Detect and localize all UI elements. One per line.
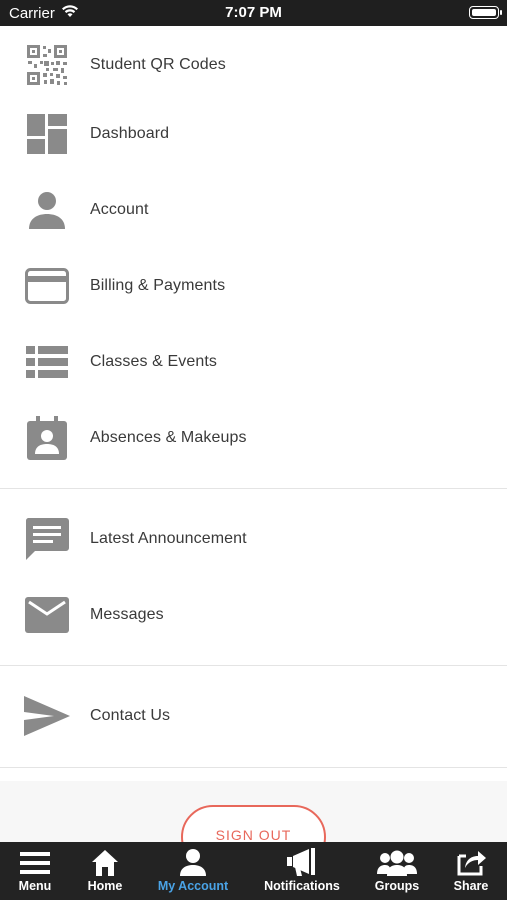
menu-item-label: Classes & Events <box>90 353 217 370</box>
battery-icon <box>469 6 502 19</box>
qr-code-icon <box>24 42 70 88</box>
groups-icon <box>377 842 417 876</box>
tab-label: Menu <box>18 879 52 893</box>
tab-my-account[interactable]: My Account <box>152 842 234 900</box>
menu-item-contact-us[interactable]: Contact Us <box>0 684 507 748</box>
menu-item-label: Account <box>90 201 149 218</box>
menu-item-classes-events[interactable]: Classes & Events <box>0 330 507 394</box>
tab-label: Share <box>453 879 489 893</box>
bottom-tab-bar: Menu Home My Account Notifications Group… <box>0 842 507 900</box>
menu-item-billing-payments[interactable]: Billing & Payments <box>0 254 507 318</box>
share-icon <box>456 842 486 876</box>
signout-section: SIGN OUT <box>0 781 507 842</box>
chat-bubble-icon <box>24 516 70 562</box>
menu-item-label: Latest Announcement <box>90 530 247 547</box>
status-bar: Carrier 7:07 PM <box>0 0 507 26</box>
menu-item-label: Contact Us <box>90 707 171 724</box>
tab-label: Notifications <box>264 879 340 893</box>
section-divider <box>0 488 507 489</box>
tab-home[interactable]: Home <box>81 842 129 900</box>
list-icon <box>24 339 70 385</box>
send-icon <box>24 693 70 739</box>
tab-menu[interactable]: Menu <box>10 842 60 900</box>
section-divider <box>0 767 507 768</box>
menu-item-account[interactable]: Account <box>0 178 507 242</box>
menu-item-student-qr-codes[interactable]: Student QR Codes <box>0 33 507 97</box>
account-icon <box>179 842 207 876</box>
tab-label: Groups <box>374 879 420 893</box>
menu-item-label: Dashboard <box>90 125 170 142</box>
tab-label: My Account <box>157 879 229 893</box>
sign-out-button[interactable]: SIGN OUT <box>181 805 326 842</box>
megaphone-icon <box>287 842 317 876</box>
menu-item-label: Messages <box>90 606 164 623</box>
section-divider <box>0 665 507 666</box>
envelope-icon <box>24 592 70 638</box>
menu-item-label: Student QR Codes <box>90 56 226 73</box>
tab-share[interactable]: Share <box>448 842 494 900</box>
clock: 7:07 PM <box>225 4 282 21</box>
person-icon <box>24 187 70 233</box>
tab-notifications[interactable]: Notifications <box>260 842 344 900</box>
credit-card-icon <box>24 263 70 309</box>
menu-item-latest-announcement[interactable]: Latest Announcement <box>0 507 507 571</box>
hamburger-icon <box>20 842 50 876</box>
dashboard-icon <box>24 111 70 157</box>
menu-item-absences-makeups[interactable]: Absences & Makeups <box>0 406 507 470</box>
calendar-person-icon <box>24 415 70 461</box>
menu-item-label: Billing & Payments <box>90 277 226 294</box>
menu-item-label: Absences & Makeups <box>90 429 247 446</box>
menu-item-messages[interactable]: Messages <box>0 583 507 647</box>
menu-item-dashboard[interactable]: Dashboard <box>0 102 507 166</box>
tab-label: Home <box>87 879 123 893</box>
home-icon <box>92 842 118 876</box>
tab-groups[interactable]: Groups <box>372 842 422 900</box>
